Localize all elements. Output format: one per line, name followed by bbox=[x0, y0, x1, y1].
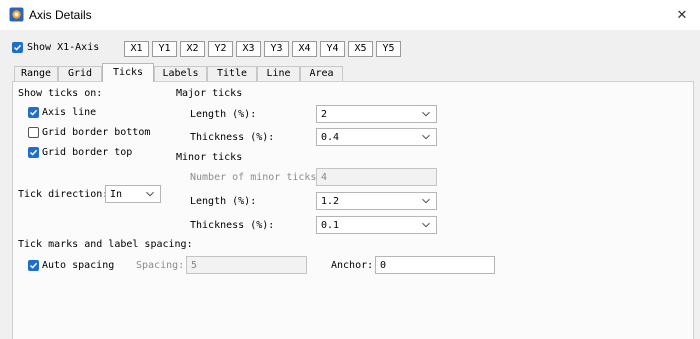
axis-button-y5[interactable]: Y5 bbox=[376, 41, 401, 57]
show-axis-label: Show X1-Axis bbox=[27, 42, 100, 53]
minor-count-input[interactable]: 4 bbox=[316, 168, 437, 186]
spacing-input[interactable]: 5 bbox=[186, 256, 307, 274]
axis-button-y1[interactable]: Y1 bbox=[152, 41, 177, 57]
major-thickness-label: Thickness (%): bbox=[190, 132, 275, 143]
tick-direction-label: Tick direction: bbox=[18, 189, 109, 200]
axis-button-x4[interactable]: X4 bbox=[292, 41, 317, 57]
app-icon bbox=[9, 7, 24, 22]
major-thickness-value: 0.4 bbox=[321, 132, 340, 143]
auto-spacing-checkbox[interactable] bbox=[28, 260, 39, 271]
spacing-label: Spacing: bbox=[136, 260, 185, 271]
spacing-value: 5 bbox=[191, 260, 198, 271]
show-axis-checkbox[interactable] bbox=[12, 42, 23, 53]
minor-thickness-value: 0.1 bbox=[321, 220, 340, 231]
tick-direction-value: In bbox=[110, 189, 123, 200]
axis-button-x1[interactable]: X1 bbox=[124, 41, 149, 57]
axis-line-label: Axis line bbox=[42, 107, 97, 118]
major-thickness-select[interactable]: 0.4 bbox=[316, 128, 437, 146]
chevron-down-icon bbox=[422, 222, 430, 228]
minor-thickness-select[interactable]: 0.1 bbox=[316, 216, 437, 234]
spacing-heading: Tick marks and label spacing: bbox=[18, 239, 193, 250]
tab-grid[interactable]: Grid bbox=[58, 66, 102, 81]
close-button[interactable]: ✕ bbox=[672, 5, 692, 25]
grid-border-bottom-label: Grid border bottom bbox=[42, 127, 151, 138]
axis-button-x3[interactable]: X3 bbox=[236, 41, 261, 57]
tab-line[interactable]: Line bbox=[257, 66, 300, 81]
tab-labels[interactable]: Labels bbox=[154, 66, 207, 81]
minor-count-label: Number of minor ticks: bbox=[190, 172, 323, 183]
grid-border-bottom-checkbox[interactable] bbox=[28, 127, 39, 138]
chevron-down-icon bbox=[146, 191, 154, 197]
anchor-label: Anchor: bbox=[331, 260, 374, 271]
tick-direction-select[interactable]: In bbox=[105, 185, 161, 203]
chevron-down-icon bbox=[422, 111, 430, 117]
axis-line-checkbox[interactable] bbox=[28, 107, 39, 118]
minor-ticks-heading: Minor ticks bbox=[176, 152, 243, 163]
major-length-label: Length (%): bbox=[190, 109, 257, 120]
title-bar bbox=[0, 0, 700, 30]
axis-button-y4[interactable]: Y4 bbox=[320, 41, 345, 57]
axis-button-x2[interactable]: X2 bbox=[180, 41, 205, 57]
tab-range[interactable]: Range bbox=[14, 66, 58, 81]
major-length-value: 2 bbox=[321, 109, 328, 120]
minor-thickness-label: Thickness (%): bbox=[190, 220, 275, 231]
axis-button-y3[interactable]: Y3 bbox=[264, 41, 289, 57]
window-title: Axis Details bbox=[29, 8, 92, 22]
show-ticks-heading: Show ticks on: bbox=[18, 88, 103, 99]
minor-count-value: 4 bbox=[321, 172, 328, 183]
major-length-select[interactable]: 2 bbox=[316, 105, 437, 123]
minor-length-value: 1.2 bbox=[321, 196, 340, 207]
grid-border-top-label: Grid border top bbox=[42, 147, 133, 158]
axis-button-x5[interactable]: X5 bbox=[348, 41, 373, 57]
tab-ticks[interactable]: Ticks bbox=[102, 63, 154, 82]
axis-button-y2[interactable]: Y2 bbox=[208, 41, 233, 57]
tab-title[interactable]: Title bbox=[207, 66, 257, 81]
anchor-input[interactable]: 0 bbox=[375, 256, 495, 274]
major-ticks-heading: Major ticks bbox=[176, 88, 243, 99]
minor-length-select[interactable]: 1.2 bbox=[316, 192, 437, 210]
tab-area[interactable]: Area bbox=[300, 66, 343, 81]
anchor-value: 0 bbox=[380, 260, 387, 271]
auto-spacing-label: Auto spacing bbox=[42, 260, 115, 271]
minor-length-label: Length (%): bbox=[190, 196, 257, 207]
chevron-down-icon bbox=[422, 134, 430, 140]
grid-border-top-checkbox[interactable] bbox=[28, 147, 39, 158]
chevron-down-icon bbox=[422, 198, 430, 204]
